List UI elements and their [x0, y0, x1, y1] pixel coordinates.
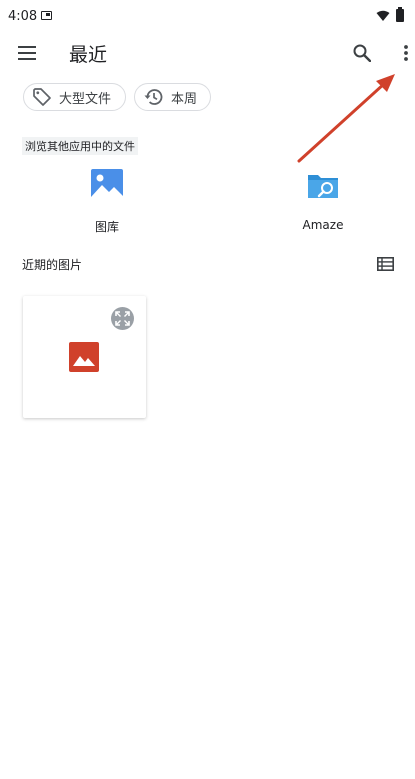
expand-icon[interactable]: [111, 307, 134, 330]
apps-section-label: 浏览其他应用中的文件: [22, 137, 138, 155]
chip-large-files[interactable]: 大型文件: [23, 83, 126, 111]
filter-chips: 大型文件 本周: [0, 83, 415, 113]
image-placeholder-icon: [69, 342, 99, 372]
more-vert-icon[interactable]: [392, 38, 415, 68]
amaze-folder-search-icon: [308, 175, 338, 198]
hamburger-menu-icon[interactable]: [12, 38, 42, 68]
history-icon: [144, 89, 163, 105]
chip-label: 本周: [171, 91, 198, 107]
gallery-image-icon: [91, 169, 123, 201]
toolbar: 最近: [0, 34, 415, 72]
tag-icon: [33, 88, 51, 106]
notification-icon: [41, 11, 52, 20]
status-bar: 4:08: [0, 0, 415, 34]
app-label: Amaze: [302, 218, 344, 232]
chip-label: 大型文件: [59, 91, 112, 107]
app-label: 图库: [94, 220, 119, 234]
page-title: 最近: [69, 44, 108, 66]
annotation-arrow: [297, 74, 395, 163]
recent-image-card[interactable]: [23, 296, 146, 418]
search-icon[interactable]: [347, 38, 377, 68]
battery-icon: [396, 7, 404, 22]
wifi-icon: [376, 10, 390, 21]
list-view-icon[interactable]: [372, 252, 398, 276]
recent-images-label: 近期的图片: [22, 258, 83, 272]
app-gallery[interactable]: 图库: [62, 168, 152, 235]
status-time: 4:08: [8, 9, 38, 24]
app-amaze[interactable]: Amaze: [278, 168, 368, 232]
chip-this-week[interactable]: 本周: [134, 83, 211, 111]
